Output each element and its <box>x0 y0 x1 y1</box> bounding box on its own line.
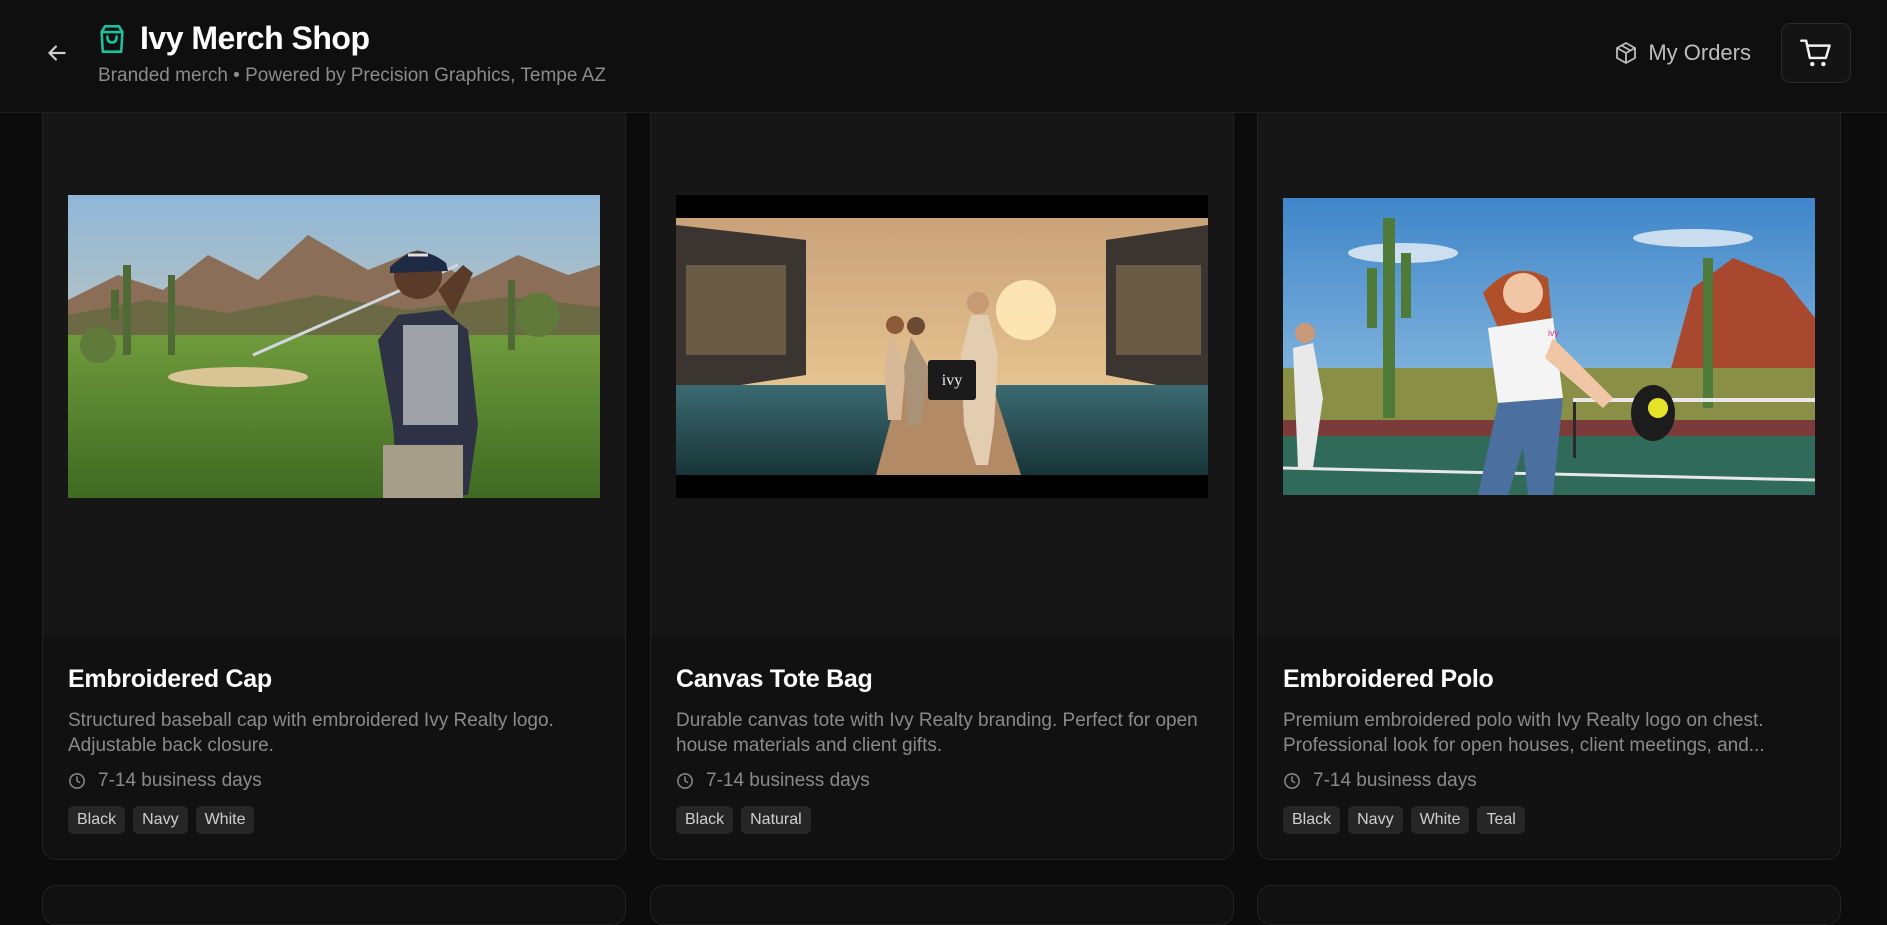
product-image-area: ivy <box>1258 91 1840 637</box>
product-card-partial[interactable] <box>42 885 626 925</box>
package-icon <box>1616 42 1637 64</box>
my-orders-button[interactable]: My Orders <box>1614 36 1751 70</box>
product-description: Durable canvas tote with Ivy Realty bran… <box>676 710 1198 756</box>
tote-logo-text: ivy <box>942 372 962 389</box>
product-title: Canvas Tote Bag <box>676 665 873 693</box>
clock-icon <box>1284 773 1300 789</box>
clock-icon <box>69 773 85 789</box>
color-chip[interactable]: Black <box>68 806 126 834</box>
back-button[interactable] <box>40 36 74 70</box>
product-description: Structured baseball cap with embroidered… <box>68 710 554 756</box>
color-options: Black Navy White Teal <box>1283 806 1815 834</box>
product-description: Premium embroidered polo with Ivy Realty… <box>1283 710 1765 756</box>
color-chip[interactable]: Navy <box>133 806 188 834</box>
page-subtitle: Branded merch • Powered by Precision Gra… <box>98 65 606 86</box>
product-card-canvas-tote-bag[interactable]: ivy Canvas Tote Bag Durable canvas tote … <box>650 90 1234 860</box>
product-eta-label: 7-14 business days <box>706 770 870 791</box>
color-chip[interactable]: Teal <box>1477 806 1525 834</box>
arrow-left-icon <box>48 45 66 61</box>
product-eta-label: 7-14 business days <box>1313 770 1477 791</box>
color-chip[interactable]: White <box>1410 806 1470 834</box>
product-card-partial[interactable] <box>1257 885 1841 925</box>
color-chip[interactable]: Natural <box>741 806 811 834</box>
color-chip[interactable]: Navy <box>1348 806 1403 834</box>
product-image-area <box>43 91 625 637</box>
product-grid: Embroidered Cap Structured baseball cap … <box>0 0 1887 925</box>
product-image-cap <box>68 195 600 498</box>
product-card-embroidered-polo[interactable]: ivy Embroidered Polo Premium embroidered… <box>1257 90 1841 860</box>
product-card-embroidered-cap[interactable]: Embroidered Cap Structured baseball cap … <box>42 90 626 860</box>
product-image-polo: ivy <box>1283 198 1815 495</box>
polo-logo-text: ivy <box>1548 328 1559 338</box>
color-options: Black Navy White <box>68 806 600 834</box>
product-card-partial[interactable] <box>650 885 1234 925</box>
product-title: Embroidered Polo <box>1283 665 1494 693</box>
product-image-tote: ivy <box>676 195 1208 498</box>
product-eta: 7-14 business days <box>1283 770 1815 792</box>
app-header: Ivy Merch Shop Branded merch • Powered b… <box>0 0 1887 113</box>
cart-button[interactable] <box>1781 23 1851 83</box>
product-image-area: ivy <box>651 91 1233 637</box>
color-chip[interactable]: Black <box>1283 806 1341 834</box>
shopping-cart-icon <box>1800 39 1831 67</box>
color-chip[interactable]: White <box>195 806 255 834</box>
color-chip[interactable]: Black <box>676 806 734 834</box>
product-eta: 7-14 business days <box>68 770 600 792</box>
my-orders-label: My Orders <box>1648 40 1751 65</box>
product-eta-label: 7-14 business days <box>98 770 262 791</box>
clock-icon <box>677 773 693 789</box>
color-options: Black Natural <box>676 806 1208 834</box>
shopping-bag-icon <box>100 24 124 53</box>
brand: Ivy Merch Shop Branded merch • Powered b… <box>98 20 606 87</box>
page-title: Ivy Merch Shop <box>140 20 370 56</box>
product-title: Embroidered Cap <box>68 665 272 693</box>
product-eta: 7-14 business days <box>676 770 1208 792</box>
